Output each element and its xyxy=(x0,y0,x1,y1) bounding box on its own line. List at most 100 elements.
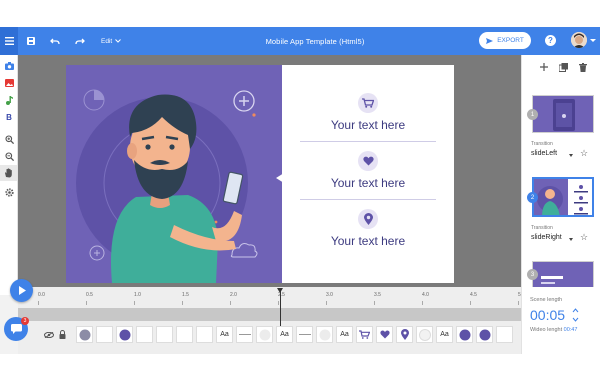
layer-shape[interactable] xyxy=(116,326,133,343)
timeline-tick-label: 3.0 xyxy=(326,292,333,298)
zoom-in-icon xyxy=(4,134,14,144)
star-icon[interactable]: ☆ xyxy=(580,232,588,243)
timeline-tick-mark xyxy=(182,301,183,305)
timeline-tick-label: 0.0 xyxy=(38,292,45,298)
layer-icon[interactable] xyxy=(356,326,373,343)
chevron-down-icon[interactable] xyxy=(569,238,573,241)
layer-shape[interactable] xyxy=(416,326,433,343)
layer-blank[interactable] xyxy=(176,326,193,343)
layer-shape[interactable] xyxy=(316,326,333,343)
layer-icon[interactable] xyxy=(376,326,393,343)
chat-icon xyxy=(10,324,22,334)
layer-blank[interactable] xyxy=(496,326,513,343)
layer-blank[interactable] xyxy=(156,326,173,343)
content-row-text: Your text here xyxy=(330,176,406,190)
slide-number-3: 3 xyxy=(527,269,538,280)
top-blank-area xyxy=(0,0,600,27)
export-button[interactable]: EXPORT xyxy=(479,32,531,49)
editor-app: Edit Mobile App Template (Html5) EXPORT … xyxy=(0,27,600,354)
zoom-in-tool[interactable] xyxy=(3,133,15,145)
heart-icon xyxy=(362,156,374,166)
circle-shape-icon xyxy=(459,329,470,340)
heart-icon xyxy=(379,330,390,339)
layer-text[interactable]: Aa xyxy=(276,326,293,343)
hand-icon xyxy=(5,168,12,178)
layer-blank[interactable] xyxy=(196,326,213,343)
slide-thumbnail-1-preview xyxy=(553,99,575,131)
hamburger-icon xyxy=(4,37,14,45)
layer-icon[interactable] xyxy=(396,326,413,343)
menu-button[interactable] xyxy=(0,27,18,55)
timeline-tick-label: 0.5 xyxy=(86,292,93,298)
timeline-tick-label: 1.0 xyxy=(134,292,141,298)
location-icon xyxy=(363,213,373,225)
layer-shape[interactable] xyxy=(456,326,473,343)
account-dropdown-icon[interactable] xyxy=(590,39,596,42)
duplicate-slide-button[interactable] xyxy=(558,63,568,75)
timeline-tick-label: 1.5 xyxy=(182,292,189,298)
timeline-ruler[interactable]: 0.00.51.01.52.02.53.03.54.04.55.0 xyxy=(18,292,525,305)
transition-label: Transition xyxy=(531,141,553,147)
redo-button[interactable] xyxy=(74,27,86,55)
undo-button[interactable] xyxy=(49,27,61,55)
trash-icon xyxy=(579,63,587,72)
plus-icon xyxy=(540,63,548,71)
playhead-handle[interactable] xyxy=(277,288,283,293)
hand-tool[interactable] xyxy=(0,165,17,181)
layer-text[interactable]: Aa xyxy=(216,326,233,343)
location-icon xyxy=(400,329,409,340)
chevron-down-icon xyxy=(115,39,122,43)
delete-slide-button[interactable] xyxy=(579,63,587,75)
layer-line[interactable] xyxy=(236,326,253,343)
timeline-track[interactable] xyxy=(18,308,521,321)
content-row-3[interactable]: Your text here xyxy=(296,209,440,248)
edit-menu[interactable]: Edit xyxy=(101,27,122,55)
scene-length-value[interactable]: 00:05 xyxy=(530,307,565,323)
layer-line[interactable] xyxy=(296,326,313,343)
slide-thumbnail-1[interactable] xyxy=(532,95,594,133)
layer-shape[interactable] xyxy=(476,326,493,343)
music-tool[interactable] xyxy=(3,94,15,106)
image-tool[interactable] xyxy=(3,77,15,89)
cart-icon xyxy=(362,98,374,108)
zoom-out-tool[interactable] xyxy=(3,150,15,162)
content-row-text: Your text here xyxy=(330,234,406,248)
add-slide-button[interactable] xyxy=(540,63,548,74)
save-button[interactable] xyxy=(25,27,37,55)
user-avatar[interactable] xyxy=(571,32,587,48)
cart-icon xyxy=(359,330,370,339)
chevron-down-icon[interactable] xyxy=(569,154,573,157)
layer-blank[interactable] xyxy=(96,326,113,343)
music-icon xyxy=(6,95,13,105)
lock-toggle[interactable] xyxy=(54,326,71,343)
camera-tool[interactable] xyxy=(3,60,15,72)
transition-select-2[interactable]: slideRight xyxy=(531,234,562,241)
timeline-tick-label: 4.5 xyxy=(470,292,477,298)
slide-canvas[interactable]: Your text here Your text here Your text … xyxy=(66,65,454,283)
content-row-2[interactable]: Your text here xyxy=(296,151,440,190)
text-tool[interactable]: B xyxy=(3,111,15,123)
play-icon xyxy=(18,286,26,295)
stepper-arrows-icon[interactable] xyxy=(572,308,579,322)
transition-select-1[interactable]: slideLeft xyxy=(531,150,557,157)
timeline-tick-mark xyxy=(230,301,231,305)
cart-icon-badge xyxy=(358,93,378,113)
slide-thumbnail-2[interactable] xyxy=(532,177,594,217)
layer-blank[interactable] xyxy=(136,326,153,343)
slide-number-2: 2 xyxy=(527,192,538,203)
edit-menu-label: Edit xyxy=(101,37,113,45)
content-row-1[interactable]: Your text here xyxy=(296,93,440,132)
help-button[interactable]: ? xyxy=(545,35,556,46)
transition-label: Transition xyxy=(531,225,553,231)
star-icon[interactable]: ☆ xyxy=(580,148,588,159)
play-button[interactable] xyxy=(10,279,33,302)
layer-shape[interactable] xyxy=(256,326,273,343)
slide-thumbnail-2-preview xyxy=(534,179,588,215)
layer-shape[interactable] xyxy=(76,326,93,343)
layer-text[interactable]: Aa xyxy=(336,326,353,343)
layer-text[interactable]: Aa xyxy=(436,326,453,343)
timeline-tick-mark xyxy=(278,301,279,305)
timeline-tick-mark xyxy=(374,301,375,305)
settings-tool[interactable] xyxy=(3,186,15,198)
timeline-tick-label: 4.0 xyxy=(422,292,429,298)
